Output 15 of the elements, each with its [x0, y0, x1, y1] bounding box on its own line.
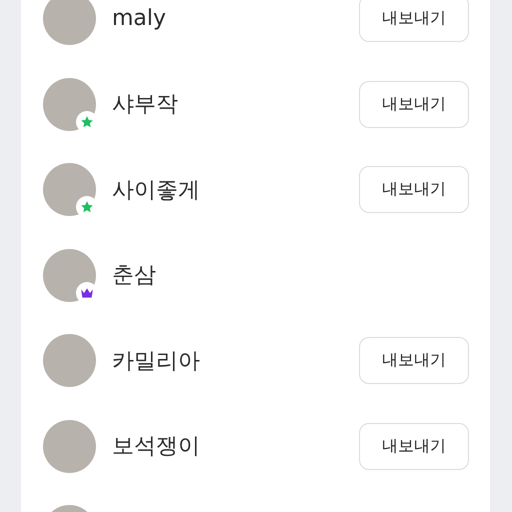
export-button[interactable]: 내보내기	[359, 0, 469, 42]
friend-name: 샤부작	[112, 91, 179, 120]
star-icon	[80, 114, 94, 129]
friend-name: maly	[112, 6, 168, 32]
avatar-photo-placeholder	[43, 0, 96, 46]
export-button[interactable]: 내보내기	[359, 80, 469, 128]
star-icon	[80, 200, 94, 214]
export-button[interactable]: 내보내기	[359, 166, 469, 214]
friend-name: 카밀리아	[112, 348, 201, 376]
friend-name: 보석쟁이	[112, 433, 201, 462]
friend-name: 춘삼	[112, 262, 157, 290]
export-button[interactable]: 내보내기	[359, 337, 469, 384]
export-button[interactable]: 내보내기	[359, 422, 469, 470]
crown-icon	[80, 286, 94, 299]
friend-name: 사이좋게	[112, 176, 201, 205]
